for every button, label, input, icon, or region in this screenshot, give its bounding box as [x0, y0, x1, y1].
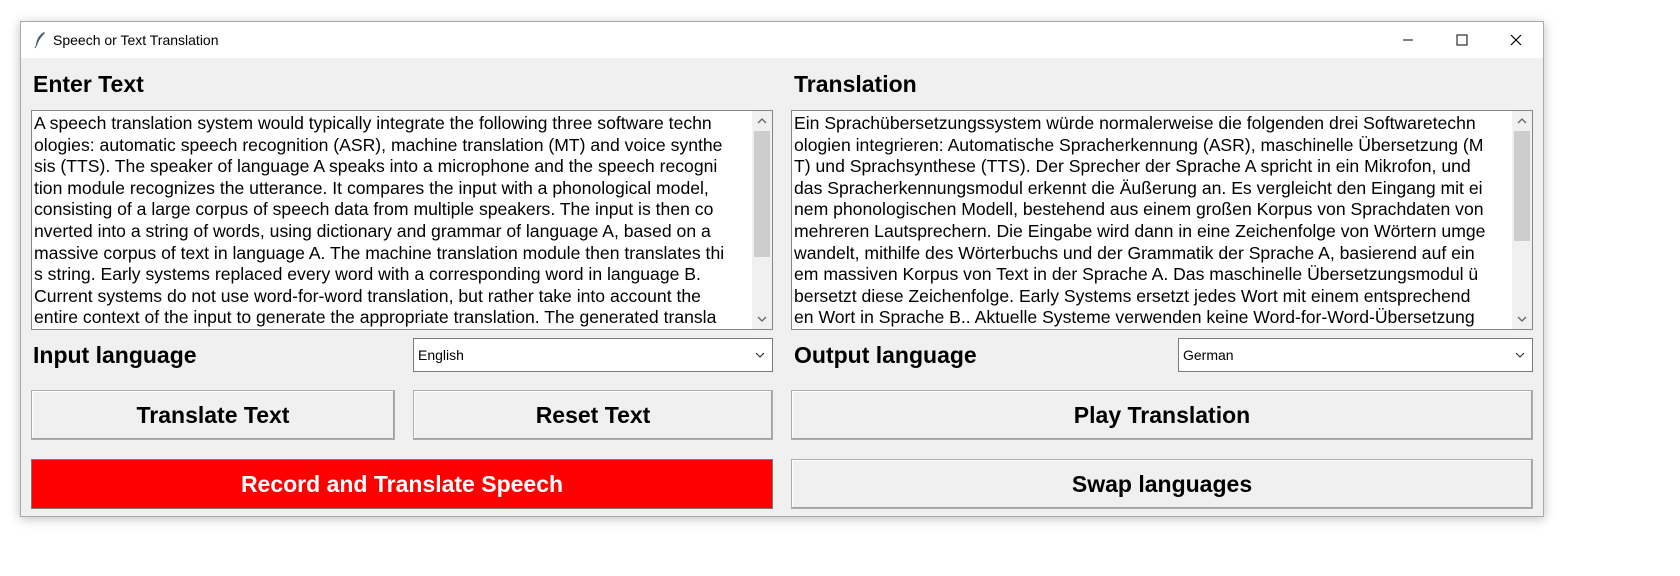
feather-icon: [34, 32, 45, 49]
record-translate-button[interactable]: Record and Translate Speech: [31, 459, 773, 509]
app-window: Speech or Text Translation Enter Text A …: [20, 21, 1544, 517]
output-text-content[interactable]: Ein Sprachübersetzungssystem würde norma…: [794, 113, 1510, 329]
text-line: mehreren Lautsprechern. Die Eingabe wird…: [794, 220, 1486, 241]
text-line: em massiven Korpus von Text in der Sprac…: [794, 264, 1479, 285]
close-icon: [1510, 34, 1522, 46]
play-translation-button[interactable]: Play Translation: [791, 390, 1533, 440]
text-line: en Wort in Sprache B.. Aktuelle Systeme …: [794, 307, 1475, 328]
text-line: A speech translation system would typica…: [34, 113, 712, 133]
text-line: Ein Sprachübersetzungssystem würde norma…: [794, 113, 1476, 133]
input-language-value: English: [418, 347, 464, 363]
output-language-select[interactable]: German: [1178, 338, 1533, 372]
text-line: ologies: automatic speech recognition (A…: [34, 134, 723, 155]
text-line: Current systems do not use word-for-word…: [34, 285, 701, 306]
scroll-down-icon[interactable]: [756, 314, 768, 324]
maximize-icon: [1456, 34, 1468, 46]
translation-heading: Translation: [794, 71, 917, 97]
close-button[interactable]: [1489, 22, 1543, 58]
chevron-down-icon: [1515, 352, 1525, 358]
output-language-label: Output language: [794, 342, 977, 368]
window-title: Speech or Text Translation: [53, 32, 219, 48]
swap-languages-button[interactable]: Swap languages: [791, 459, 1533, 509]
text-line: T) und Sprachsynthese (TTS). Der Spreche…: [794, 156, 1471, 177]
reset-text-button[interactable]: Reset Text: [413, 390, 773, 440]
input-text-area[interactable]: A speech translation system would typica…: [31, 110, 773, 330]
input-text-content[interactable]: A speech translation system would typica…: [34, 113, 750, 329]
title-bar: Speech or Text Translation: [21, 22, 1543, 58]
input-language-select[interactable]: English: [413, 338, 773, 372]
text-line: tion module recognizes the utterance. It…: [34, 177, 709, 198]
enter-text-heading: Enter Text: [33, 71, 144, 97]
text-line: massive corpus of text in language A. Th…: [34, 242, 725, 263]
text-line: consisting of a large corpus of speech d…: [34, 199, 714, 220]
output-scroll-thumb[interactable]: [1514, 131, 1530, 241]
text-line: bersetzt diese Zeichenfolge. Early Syste…: [794, 285, 1471, 306]
text-line: wandelt, mithilfe des Wörterbuchs und de…: [794, 242, 1475, 263]
translate-text-button[interactable]: Translate Text: [31, 390, 395, 440]
chevron-down-icon: [755, 352, 765, 358]
output-language-value: German: [1183, 347, 1234, 363]
minimize-button[interactable]: [1381, 22, 1435, 58]
text-line: s string. Early systems replaced every w…: [34, 264, 701, 285]
scroll-up-icon[interactable]: [756, 116, 768, 126]
text-line: sis (TTS). The speaker of language A spe…: [34, 156, 718, 177]
input-scrollbar[interactable]: [752, 111, 772, 329]
scroll-down-icon[interactable]: [1516, 314, 1528, 324]
scroll-up-icon[interactable]: [1516, 116, 1528, 126]
input-scroll-thumb[interactable]: [754, 131, 770, 257]
maximize-button[interactable]: [1435, 22, 1489, 58]
text-line: entire context of the input to generate …: [34, 307, 717, 328]
output-text-area[interactable]: Ein Sprachübersetzungssystem würde norma…: [791, 110, 1533, 330]
text-line: ologien integrieren: Automatische Sprach…: [794, 134, 1484, 155]
minimize-icon: [1403, 39, 1413, 41]
text-line: nverted into a string of words, using di…: [34, 220, 711, 241]
input-language-label: Input language: [33, 342, 197, 368]
text-line: das Spracherkennungsmodul erkennt die Äu…: [794, 177, 1483, 198]
output-scrollbar[interactable]: [1512, 111, 1532, 329]
text-line: nem phonologischen Modell, bestehend aus…: [794, 199, 1484, 220]
